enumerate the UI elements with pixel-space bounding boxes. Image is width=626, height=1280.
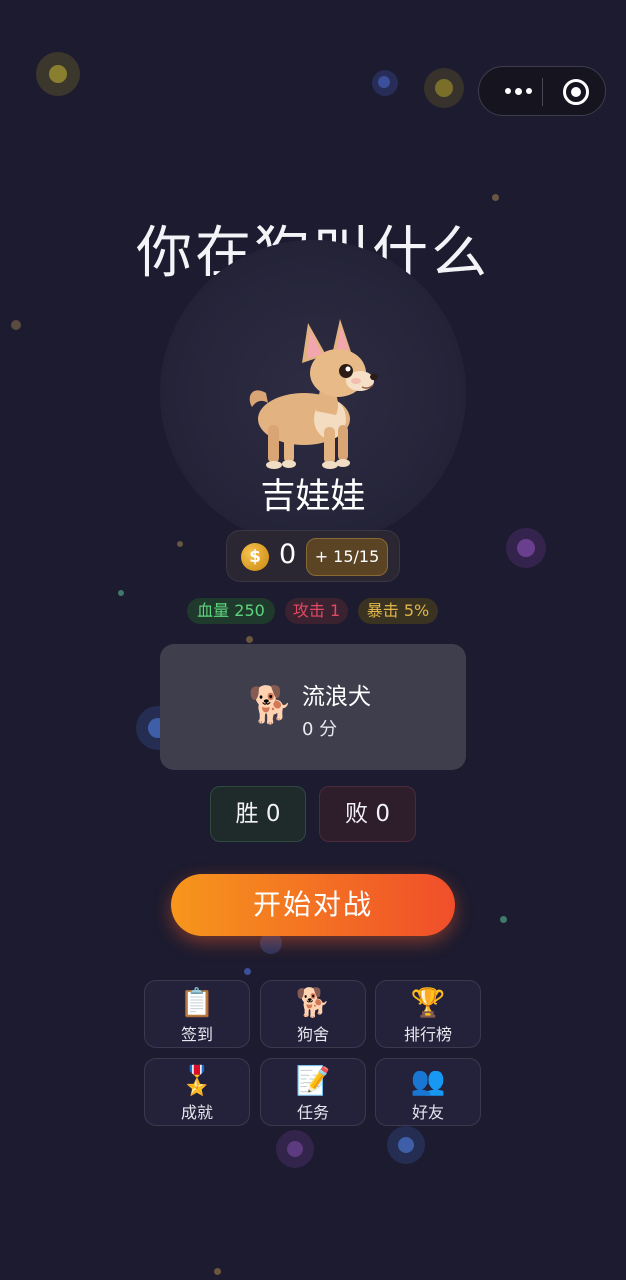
energy-add-button[interactable]: + 15/15 bbox=[306, 538, 388, 576]
lose-count-badge: 败 0 bbox=[319, 786, 416, 842]
trophy-icon: 🏆 bbox=[410, 986, 446, 1019]
stat-hp-badge: 血量 250 bbox=[187, 598, 275, 624]
bokeh-dot bbox=[517, 539, 535, 557]
bokeh-dot bbox=[435, 79, 453, 97]
win-count-badge: 胜 0 bbox=[210, 786, 306, 842]
bokeh-dot bbox=[214, 1268, 221, 1275]
menu-tasks[interactable]: 📝 任务 bbox=[260, 1058, 366, 1126]
clipboard-icon: 📋 bbox=[179, 986, 215, 1019]
menu-checkin[interactable]: 📋 签到 bbox=[144, 980, 250, 1048]
coin-count: 0 bbox=[279, 539, 297, 570]
dog-name: 吉娃娃 bbox=[260, 477, 366, 517]
menu-label: 成就 bbox=[180, 1103, 213, 1122]
bokeh-dot bbox=[244, 968, 251, 975]
coin-icon: $ bbox=[241, 543, 269, 571]
menu-label: 排行榜 bbox=[403, 1025, 452, 1044]
menu-leaderboard[interactable]: 🏆 排行榜 bbox=[375, 980, 481, 1048]
opponent-name: 流浪犬 bbox=[302, 684, 371, 710]
bokeh-dot bbox=[500, 916, 507, 923]
menu-kennel[interactable]: 🐕 狗舍 bbox=[260, 980, 366, 1048]
capsule-divider bbox=[542, 78, 543, 106]
opponent-card[interactable]: 🐕 流浪犬 0 分 bbox=[160, 644, 466, 770]
menu-label: 签到 bbox=[180, 1025, 213, 1044]
menu-label: 任务 bbox=[296, 1103, 329, 1122]
bokeh-dot bbox=[398, 1137, 414, 1153]
stat-crit-badge: 暴击 5% bbox=[358, 598, 438, 624]
bokeh-dot bbox=[11, 320, 21, 330]
bokeh-dot bbox=[492, 194, 499, 201]
friends-icon: 👥 bbox=[410, 1064, 446, 1097]
dog-icon: 🐕 bbox=[295, 986, 331, 1019]
menu-achievements[interactable]: 🎖️ 成就 bbox=[144, 1058, 250, 1126]
menu-label: 好友 bbox=[411, 1103, 444, 1122]
bokeh-dot bbox=[287, 1141, 303, 1157]
bokeh-dot bbox=[177, 541, 183, 547]
more-dots-icon[interactable] bbox=[495, 78, 541, 104]
bokeh-dot bbox=[118, 590, 124, 596]
bokeh-dot bbox=[49, 65, 67, 83]
opponent-score: 0 分 bbox=[302, 719, 338, 740]
chihuahua-illustration[interactable] bbox=[238, 315, 388, 475]
start-battle-button[interactable]: 开始对战 bbox=[171, 874, 455, 936]
currency-panel: $ 0 + 15/15 bbox=[226, 530, 400, 582]
menu-label: 狗舍 bbox=[296, 1025, 329, 1044]
target-close-icon[interactable] bbox=[563, 79, 589, 105]
menu-friends[interactable]: 👥 好友 bbox=[375, 1058, 481, 1126]
stat-attack-badge: 攻击 1 bbox=[285, 598, 348, 624]
bokeh-dot bbox=[378, 76, 390, 88]
miniprogram-capsule bbox=[478, 66, 606, 116]
bokeh-dot bbox=[246, 636, 253, 643]
medal-icon: 🎖️ bbox=[179, 1064, 215, 1097]
dog-icon: 🐕 bbox=[248, 685, 293, 726]
memo-icon: 📝 bbox=[295, 1064, 331, 1097]
